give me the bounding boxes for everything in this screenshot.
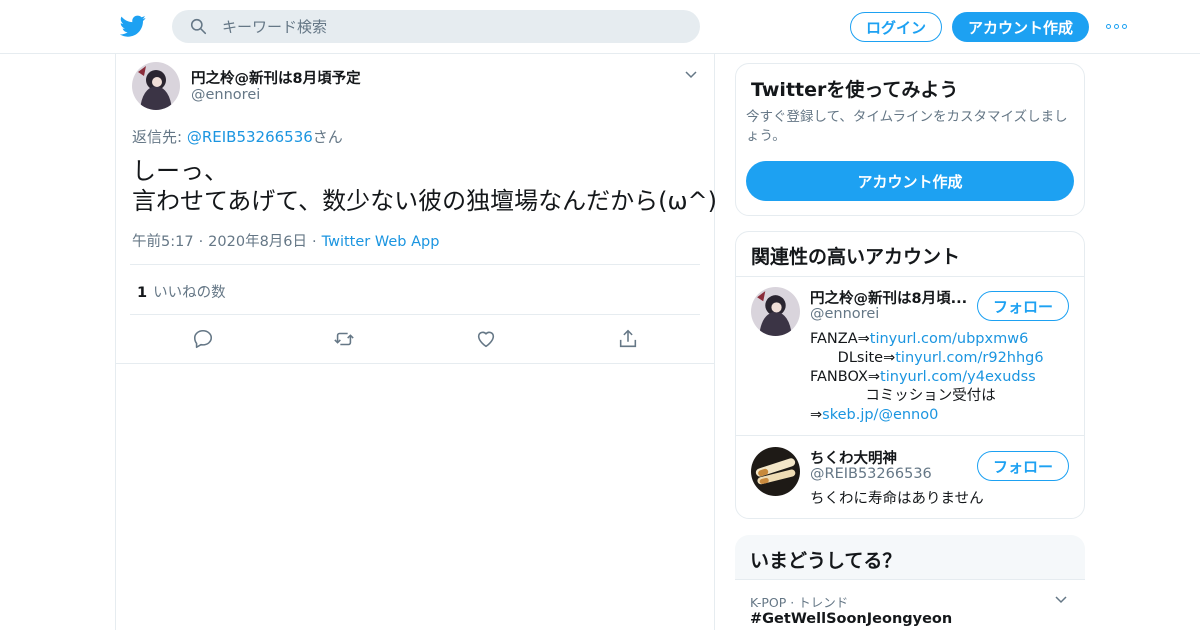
account-item[interactable]: 円之柃@新刊は8月頃... @ennorei フォロー FANZA⇒tinyur… [736, 277, 1084, 436]
bio-link[interactable]: tinyurl.com/ubpxmw6 [870, 331, 1029, 347]
signup-button[interactable]: アカウント作成 [952, 12, 1089, 42]
likes-label: いいねの数 [153, 285, 226, 301]
divider [130, 314, 700, 315]
trends-card: いまどうしてる？ K-POP · トレンド #GetWellSoonJeongy… [735, 535, 1085, 630]
account-handle[interactable]: @REIB53266536 [810, 466, 932, 482]
bio-text: コミッション受付は [865, 388, 996, 404]
account-avatar[interactable] [751, 447, 800, 496]
bio-line: FANBOX⇒tinyurl.com/y4exudss [810, 368, 1044, 387]
reply-context: 返信先: @REIB53266536さん [132, 126, 343, 147]
divider [130, 264, 700, 265]
tweet-date: 2020年8月6日 [208, 234, 308, 250]
login-button[interactable]: ログイン [850, 12, 942, 42]
search-box[interactable] [172, 10, 700, 43]
more-options-icon[interactable] [1106, 18, 1130, 34]
author-avatar[interactable] [132, 62, 180, 110]
separator: · [312, 234, 317, 250]
bio-text: DLsite⇒ [837, 350, 896, 366]
tweet-time: 午前5:17 [132, 234, 194, 250]
author-handle[interactable]: @ennorei [191, 87, 260, 103]
bio-text: ⇒ [810, 407, 823, 423]
related-accounts-title: 関連性の高いアカウント [751, 246, 961, 268]
bio-link[interactable]: tinyurl.com/y4exudss [880, 369, 1036, 385]
account-handle[interactable]: @ennorei [810, 306, 879, 322]
tweet-text-line: しーっ、 [132, 157, 228, 185]
related-accounts-card: 関連性の高いアカウント 円之柃@新刊は8月頃... @ennorei フォロー … [735, 231, 1085, 519]
signup-card-button[interactable]: アカウント作成 [746, 161, 1074, 201]
signup-card: Twitterを使ってみよう 今すぐ登録して、タイムラインをカスタマイズしましょ… [735, 63, 1085, 216]
reply-to-link[interactable]: @REIB53266536 [187, 128, 313, 146]
account-avatar[interactable] [751, 287, 800, 336]
follow-button[interactable]: フォロー [977, 451, 1069, 481]
twitter-logo-icon[interactable] [120, 13, 146, 39]
chevron-down-icon[interactable] [1054, 593, 1068, 607]
bio-line: ⇒skeb.jp/@enno0 [810, 406, 1044, 425]
bio-indent [810, 350, 838, 366]
account-bio: FANZA⇒tinyurl.com/ubpxmw6 DLsite⇒tinyurl… [810, 330, 1044, 425]
account-name[interactable]: ちくわ大明神 [810, 447, 897, 468]
trend-category: K-POP · トレンド [750, 595, 849, 610]
likes-stat[interactable]: 1 いいねの数 [137, 281, 226, 302]
account-bio: ちくわに寿命はありません [810, 491, 984, 507]
main-column: 円之柃@新刊は8月頃予定 @ennorei 返信先: @REIB53266536… [115, 54, 717, 630]
signup-card-description: 今すぐ登録して、タイムラインをカスタマイズしましょう。 [746, 109, 1068, 144]
signup-card-title: Twitterを使ってみよう [751, 79, 959, 101]
tweet-text: しーっ、 言わせてあげて、数少ない彼の独壇場なんだから(ω^) [132, 156, 717, 216]
search-input[interactable] [222, 10, 682, 43]
bio-line: DLsite⇒tinyurl.com/r92hhg6 [810, 349, 1044, 368]
tweet-source-link[interactable]: Twitter Web App [322, 234, 440, 250]
follow-button[interactable]: フォロー [977, 291, 1069, 321]
tweet: 円之柃@新刊は8月頃予定 @ennorei 返信先: @REIB53266536… [116, 54, 717, 364]
trend-item[interactable]: K-POP · トレンド #GetWellSoonJeongyeon [735, 580, 1085, 630]
reply-suffix: さん [312, 128, 343, 146]
search-icon [190, 18, 207, 35]
trend-name[interactable]: #GetWellSoonJeongyeon [750, 611, 952, 627]
separator: · [198, 234, 204, 250]
share-icon[interactable] [617, 328, 639, 350]
author-name[interactable]: 円之柃@新刊は8月頃予定 [191, 67, 361, 88]
account-name[interactable]: 円之柃@新刊は8月頃... [810, 287, 967, 308]
bio-link[interactable]: tinyurl.com/r92hhg6 [895, 350, 1043, 366]
bio-line: コミッション受付は [810, 387, 1044, 406]
likes-count: 1 [137, 285, 148, 301]
trends-title: いまどうしてる？ [750, 550, 902, 572]
reply-icon[interactable] [192, 328, 214, 350]
account-item[interactable]: ちくわ大明神 @REIB53266536 フォロー ちくわに寿命はありません [736, 437, 1084, 518]
tweet-metadata: 午前5:17 · 2020年8月6日 · Twitter Web App [132, 230, 439, 251]
bio-indent [810, 388, 865, 404]
bio-text: FANBOX⇒ [810, 369, 881, 385]
chevron-down-icon[interactable] [684, 68, 698, 82]
bio-line: FANZA⇒tinyurl.com/ubpxmw6 [810, 330, 1044, 349]
like-icon[interactable] [475, 328, 497, 350]
tweet-text-line: 言わせてあげて、数少ない彼の独壇場なんだから(ω^) [132, 187, 718, 215]
reply-prefix: 返信先: [132, 128, 187, 146]
bio-text: FANZA⇒ [810, 331, 870, 347]
top-bar: ログイン アカウント作成 [0, 0, 1200, 54]
retweet-icon[interactable] [333, 328, 355, 350]
bio-link[interactable]: skeb.jp/@enno0 [822, 407, 938, 423]
